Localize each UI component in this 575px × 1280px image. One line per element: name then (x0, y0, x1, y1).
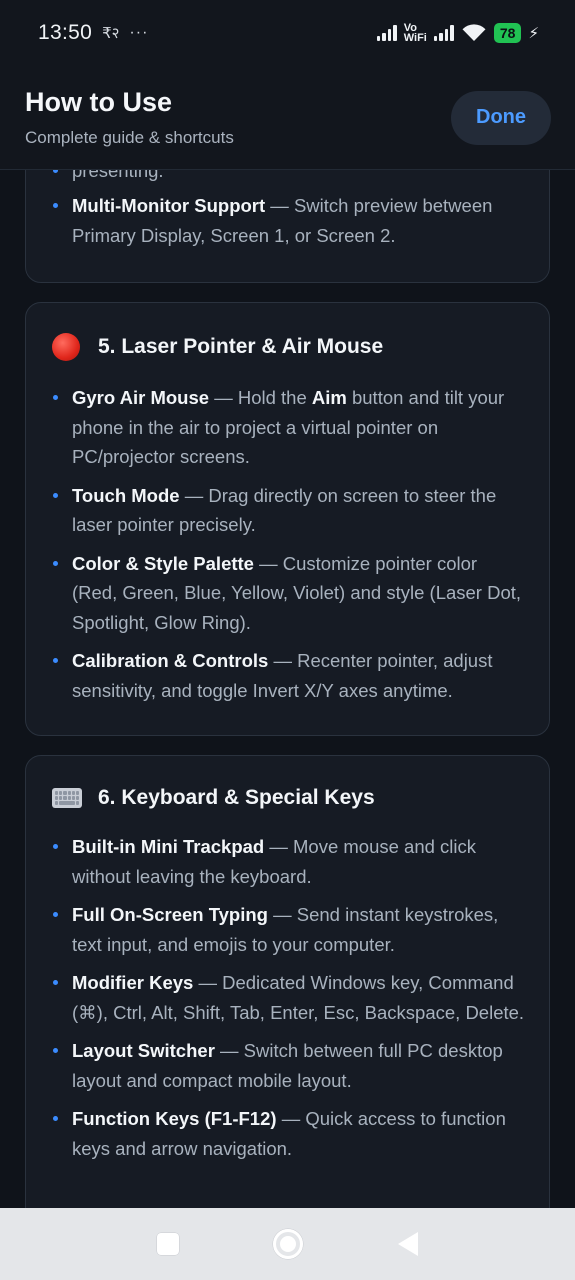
list-item: Calibration & Controls — Recenter pointe… (52, 646, 525, 705)
list-item-clipped: presenting. (52, 170, 164, 186)
signal-2-icon (433, 25, 454, 41)
section-card-6: 6. Keyboard & Special Keys Built-in Mini… (25, 755, 550, 1208)
item-title: Calibration & Controls (72, 650, 269, 671)
item-title: Layout Switcher (72, 1040, 215, 1061)
square-icon (156, 1233, 179, 1255)
back-button[interactable] (348, 1232, 468, 1256)
list-item: Multi-Monitor Support — Switch preview b… (52, 191, 522, 250)
item-title: Multi-Monitor Support (72, 195, 266, 216)
item-title: Built-in Mini Trackpad (72, 836, 265, 857)
list-item: Color & Style Palette — Customize pointe… (52, 549, 525, 638)
section-5-title: 5. Laser Pointer & Air Mouse (98, 335, 384, 358)
home-button[interactable] (228, 1229, 348, 1259)
item-title: Function Keys (F1-F12) (72, 1108, 277, 1129)
section-5-header: 5. Laser Pointer & Air Mouse (26, 303, 549, 361)
status-more-icon: ··· (129, 24, 149, 41)
item-title: Full On-Screen Typing (72, 904, 268, 925)
section-6-items: Built-in Mini Trackpad — Move mouse and … (26, 810, 549, 1163)
clipped-text: presenting. (72, 170, 164, 181)
home-circle-icon (272, 1229, 303, 1259)
section-card-4: presenting. Multi-Monitor Support — Swit… (25, 170, 550, 283)
vowifi-icon: Vo WiFi (403, 23, 427, 44)
battery-icon: 78 (493, 23, 522, 43)
page-header: How to Use Complete guide & shortcuts Do… (0, 66, 575, 170)
section-6-header: 6. Keyboard & Special Keys (26, 756, 549, 810)
list-item: Built-in Mini Trackpad — Move mouse and … (52, 832, 525, 891)
list-item: Touch Mode — Drag directly on screen to … (52, 481, 525, 540)
item-title: Modifier Keys (72, 972, 194, 993)
status-rupee-icon: ₹२ (102, 25, 120, 42)
item-title: Touch Mode (72, 484, 180, 506)
vowifi-label: WiFi (403, 32, 427, 44)
item-title: Gyro Air Mouse (72, 387, 210, 408)
list-item: Modifier Keys — Dedicated Windows key, C… (52, 968, 525, 1027)
signal-icon (376, 25, 397, 41)
status-bar: 13:50 ₹२ ··· Vo WiFi 78 ⚡ (0, 0, 575, 66)
list-item: Full On-Screen Typing — Send instant key… (52, 900, 525, 959)
list-item: Function Keys (F1-F12) — Quick access to… (52, 1104, 525, 1163)
screen: 13:50 ₹२ ··· Vo WiFi 78 ⚡ How to Use Com… (0, 0, 575, 1280)
guide-content[interactable]: presenting. Multi-Monitor Support — Swit… (0, 170, 575, 1208)
list-item: Layout Switcher — Switch between full PC… (52, 1036, 525, 1095)
page-title: How to Use (25, 87, 173, 117)
charging-icon: ⚡ (528, 25, 539, 42)
recents-button[interactable] (108, 1233, 228, 1255)
wifi-icon (462, 24, 486, 41)
keyboard-icon (52, 788, 82, 808)
status-right: Vo WiFi 78 ⚡ (376, 23, 539, 44)
header-titles: How to Use Complete guide & shortcuts (25, 87, 234, 148)
section-6-title: 6. Keyboard & Special Keys (98, 786, 375, 809)
status-time: 13:50 (38, 21, 93, 44)
red-circle-icon (52, 333, 80, 361)
system-nav-bar (0, 1208, 575, 1280)
item-title: Color & Style Palette (72, 552, 254, 574)
back-triangle-icon (397, 1232, 418, 1256)
done-button[interactable]: Done (451, 90, 551, 145)
section-card-5: 5. Laser Pointer & Air Mouse Gyro Air Mo… (25, 302, 550, 736)
section-5-items: Gyro Air Mouse — Hold the Aim button and… (26, 361, 549, 705)
list-item: Gyro Air Mouse — Hold the Aim button and… (52, 383, 525, 472)
page-subtitle: Complete guide & shortcuts (25, 128, 234, 147)
